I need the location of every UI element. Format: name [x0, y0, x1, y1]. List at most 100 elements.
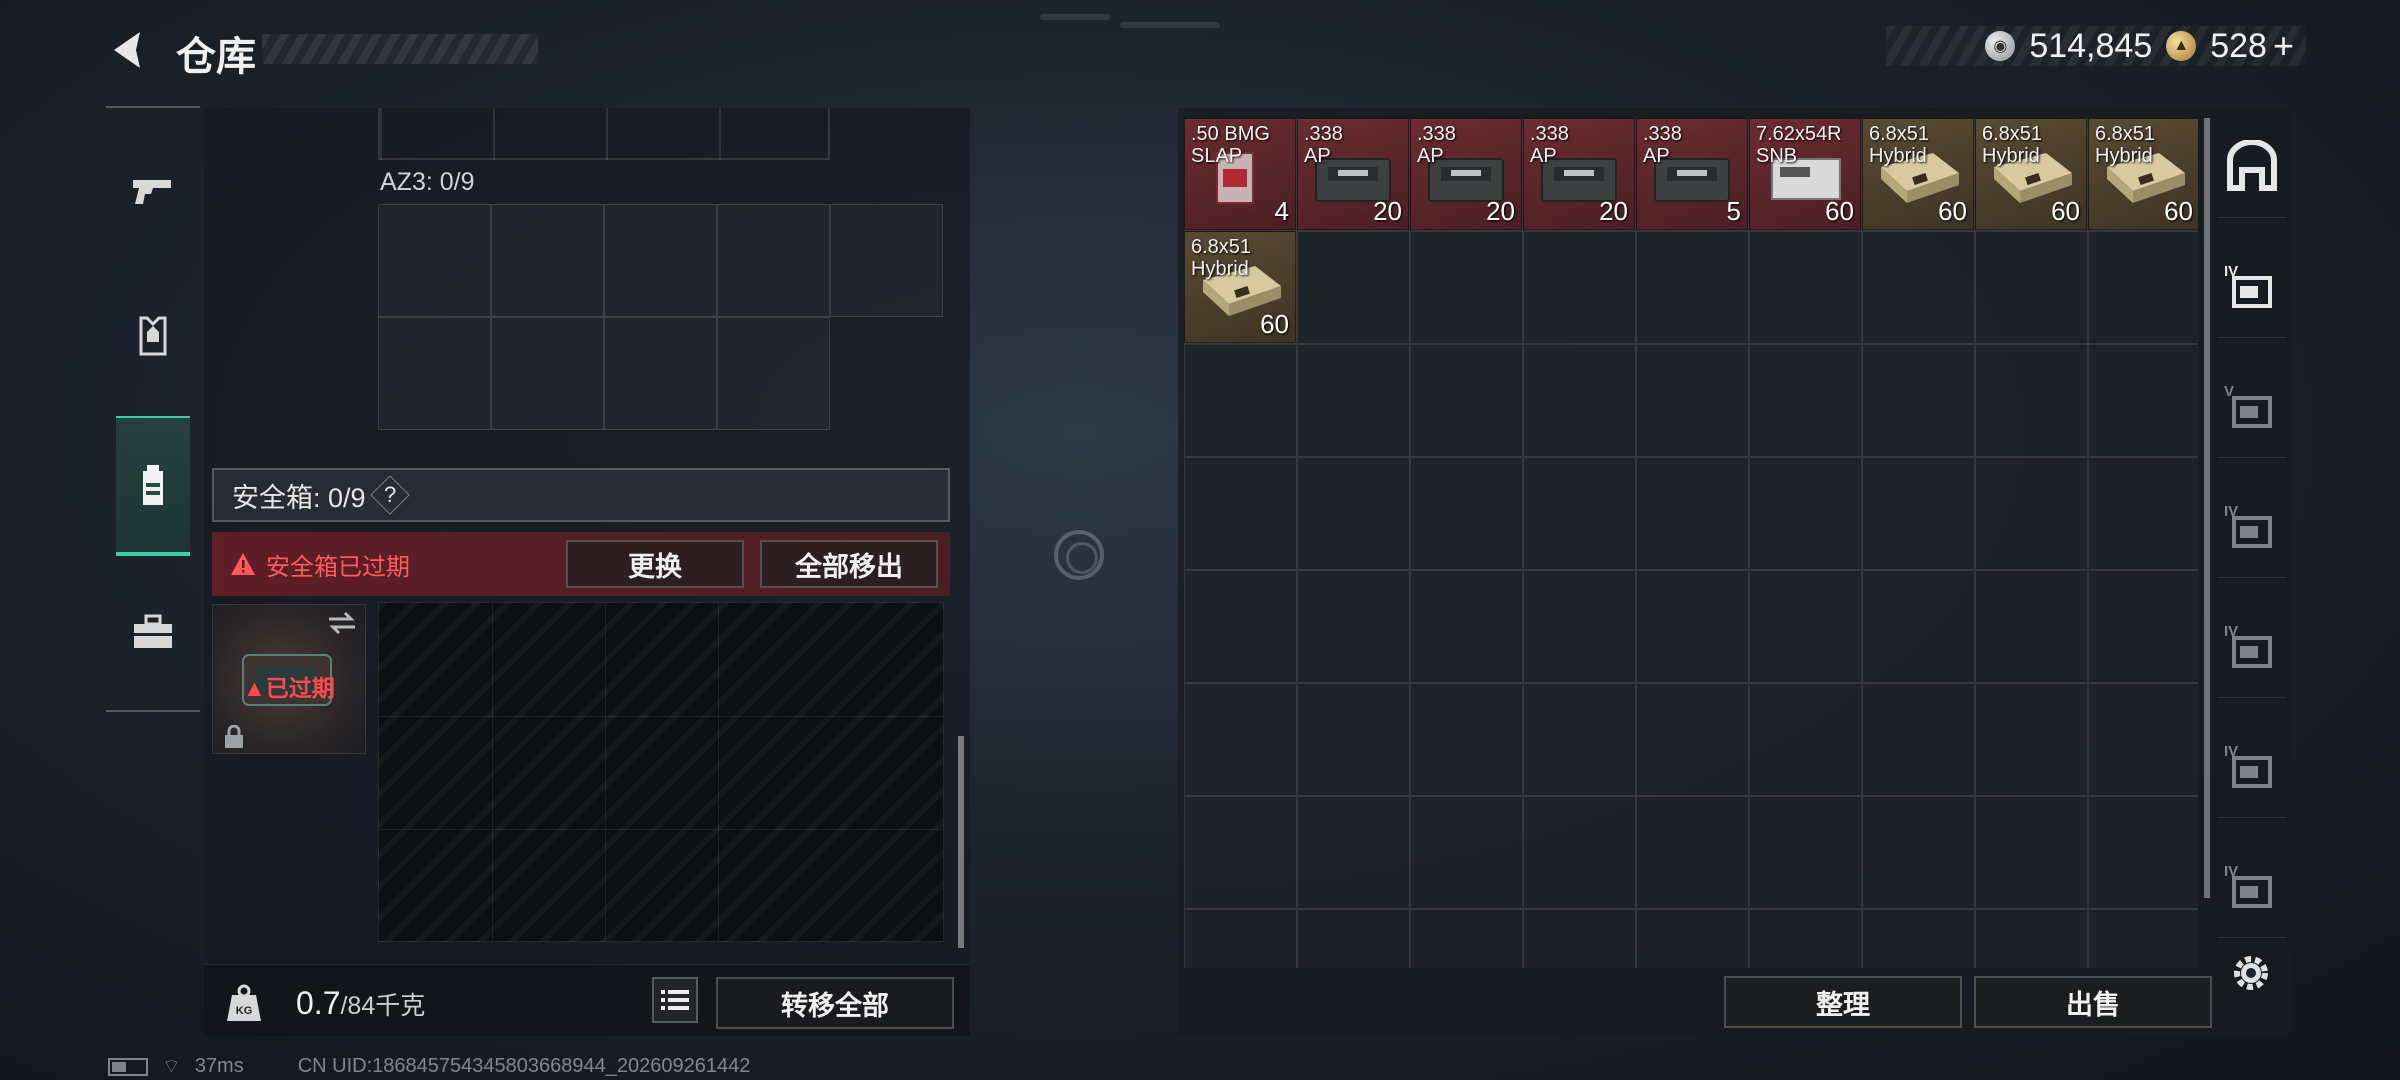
sell-button[interactable]: 出售	[1974, 976, 2212, 1028]
stash-item[interactable]: 7.62x54R SNB 60	[1749, 118, 1861, 230]
stash-cell[interactable]	[1975, 796, 2088, 909]
stash-cell[interactable]	[1975, 344, 2088, 457]
stash-cell[interactable]	[1975, 909, 2088, 968]
stash-cell[interactable]	[1523, 683, 1636, 796]
stash-cell[interactable]	[1297, 457, 1410, 570]
stash-cell[interactable]	[1297, 909, 1410, 968]
stash-page-tab[interactable]: V	[2218, 358, 2286, 458]
stash-cell[interactable]	[1862, 683, 1975, 796]
add-currency-button[interactable]: +	[2273, 25, 2294, 67]
stash-cell[interactable]	[1410, 570, 1523, 683]
help-icon[interactable]: ?	[369, 475, 410, 515]
stash-cell[interactable]	[1410, 683, 1523, 796]
grid-cell[interactable]	[378, 317, 491, 430]
stash-cell[interactable]	[1184, 909, 1297, 968]
stash-cell[interactable]	[1749, 683, 1862, 796]
stash-item[interactable]: .338 AP 5	[1636, 118, 1748, 230]
grid-cell[interactable]	[717, 204, 830, 317]
container-scrollbar[interactable]	[958, 736, 964, 948]
stash-cell[interactable]	[1184, 683, 1297, 796]
stash-cell[interactable]	[1523, 570, 1636, 683]
stash-cell[interactable]	[1636, 570, 1749, 683]
stash-cell[interactable]	[1636, 231, 1749, 344]
stash-cell[interactable]	[1636, 909, 1749, 968]
stash-cell[interactable]	[1297, 344, 1410, 457]
stash-cell[interactable]	[1636, 796, 1749, 909]
grid-cell[interactable]	[604, 317, 717, 430]
grid-cell[interactable]	[491, 317, 604, 430]
grid-cell[interactable]	[717, 317, 830, 430]
stash-cell[interactable]	[1184, 796, 1297, 909]
stash-cell[interactable]	[1297, 570, 1410, 683]
stash-cell[interactable]	[1862, 909, 1975, 968]
stash-cell[interactable]	[1523, 231, 1636, 344]
stash-page-tab[interactable]: IV	[2218, 838, 2286, 938]
stash-item[interactable]: 6.8x51 Hybrid 60	[1975, 118, 2087, 230]
stash-cell[interactable]	[1297, 683, 1410, 796]
grid-cell[interactable]	[604, 204, 717, 317]
back-button[interactable]	[104, 24, 156, 76]
stash-cell[interactable]	[2088, 909, 2198, 968]
stash-item[interactable]: 6.8x51 Hybrid 60	[1184, 231, 1296, 343]
grid-cell[interactable]	[378, 204, 491, 317]
stash-item[interactable]: .338 AP 20	[1297, 118, 1409, 230]
stash-cell[interactable]	[1975, 570, 2088, 683]
stash-cell[interactable]	[2088, 683, 2198, 796]
stash-cell[interactable]	[1410, 796, 1523, 909]
stash-cell[interactable]	[1975, 683, 2088, 796]
stash-cell[interactable]	[1410, 909, 1523, 968]
stash-item[interactable]: .338 AP 20	[1410, 118, 1522, 230]
stash-cell[interactable]	[1523, 796, 1636, 909]
stash-cell[interactable]	[1862, 231, 1975, 344]
nav-toolbox[interactable]	[116, 582, 190, 682]
stash-cell[interactable]	[1297, 231, 1410, 344]
stash-cell[interactable]	[1862, 457, 1975, 570]
stash-cell[interactable]	[1749, 570, 1862, 683]
stash-cell[interactable]	[2088, 231, 2198, 344]
stash-page-tab[interactable]: IV	[2218, 238, 2286, 338]
stash-cell[interactable]	[1749, 909, 1862, 968]
stash-cell[interactable]	[1184, 457, 1297, 570]
stash-item[interactable]: 6.8x51 Hybrid 60	[1862, 118, 1974, 230]
stash-page-tab[interactable]: IV	[2218, 478, 2286, 578]
settings-gear-icon[interactable]	[2228, 950, 2274, 996]
stash-cell[interactable]	[1749, 231, 1862, 344]
replace-button[interactable]: 更换	[566, 540, 744, 588]
stash-cell[interactable]	[1523, 909, 1636, 968]
expired-safe-box-item[interactable]: ▲已过期	[212, 604, 366, 754]
stash-page-tab[interactable]	[2218, 118, 2286, 218]
stash-cell[interactable]	[2088, 344, 2198, 457]
stash-cell[interactable]	[1636, 344, 1749, 457]
stash-cell[interactable]	[1410, 457, 1523, 570]
nav-weapon[interactable]	[116, 140, 190, 240]
stash-item[interactable]: .338 AP 20	[1523, 118, 1635, 230]
stash-cell[interactable]	[1975, 457, 2088, 570]
nav-backpack[interactable]	[116, 416, 190, 556]
stash-cell[interactable]	[1523, 457, 1636, 570]
stash-cell[interactable]	[1749, 457, 1862, 570]
grid-cell[interactable]	[830, 204, 943, 317]
stash-cell[interactable]	[2088, 457, 2198, 570]
move-all-out-button[interactable]: 全部移出	[760, 540, 938, 588]
stash-cell[interactable]	[1975, 231, 2088, 344]
stash-item[interactable]: .50 BMG SLAP 4	[1184, 118, 1296, 230]
stash-cell[interactable]	[1184, 570, 1297, 683]
stash-cell[interactable]	[1410, 231, 1523, 344]
stash-item[interactable]: 6.8x51 Hybrid 60	[2088, 118, 2198, 230]
stash-cell[interactable]	[1749, 344, 1862, 457]
organize-button[interactable]: 整理	[1724, 976, 1962, 1028]
stash-cell[interactable]	[1862, 570, 1975, 683]
list-view-button[interactable]	[652, 977, 698, 1023]
stash-page-tab[interactable]: IV	[2218, 598, 2286, 698]
nav-armor[interactable]	[116, 286, 190, 386]
stash-page-tab[interactable]: IV	[2218, 718, 2286, 818]
stash-cell[interactable]	[1749, 796, 1862, 909]
stash-cell[interactable]	[1862, 796, 1975, 909]
stash-cell[interactable]	[1862, 344, 1975, 457]
stash-cell[interactable]	[1297, 796, 1410, 909]
stash-cell[interactable]	[1636, 457, 1749, 570]
stash-cell[interactable]	[1184, 344, 1297, 457]
grid-cell[interactable]	[491, 204, 604, 317]
stash-cell[interactable]	[1636, 683, 1749, 796]
stash-cell[interactable]	[2088, 570, 2198, 683]
